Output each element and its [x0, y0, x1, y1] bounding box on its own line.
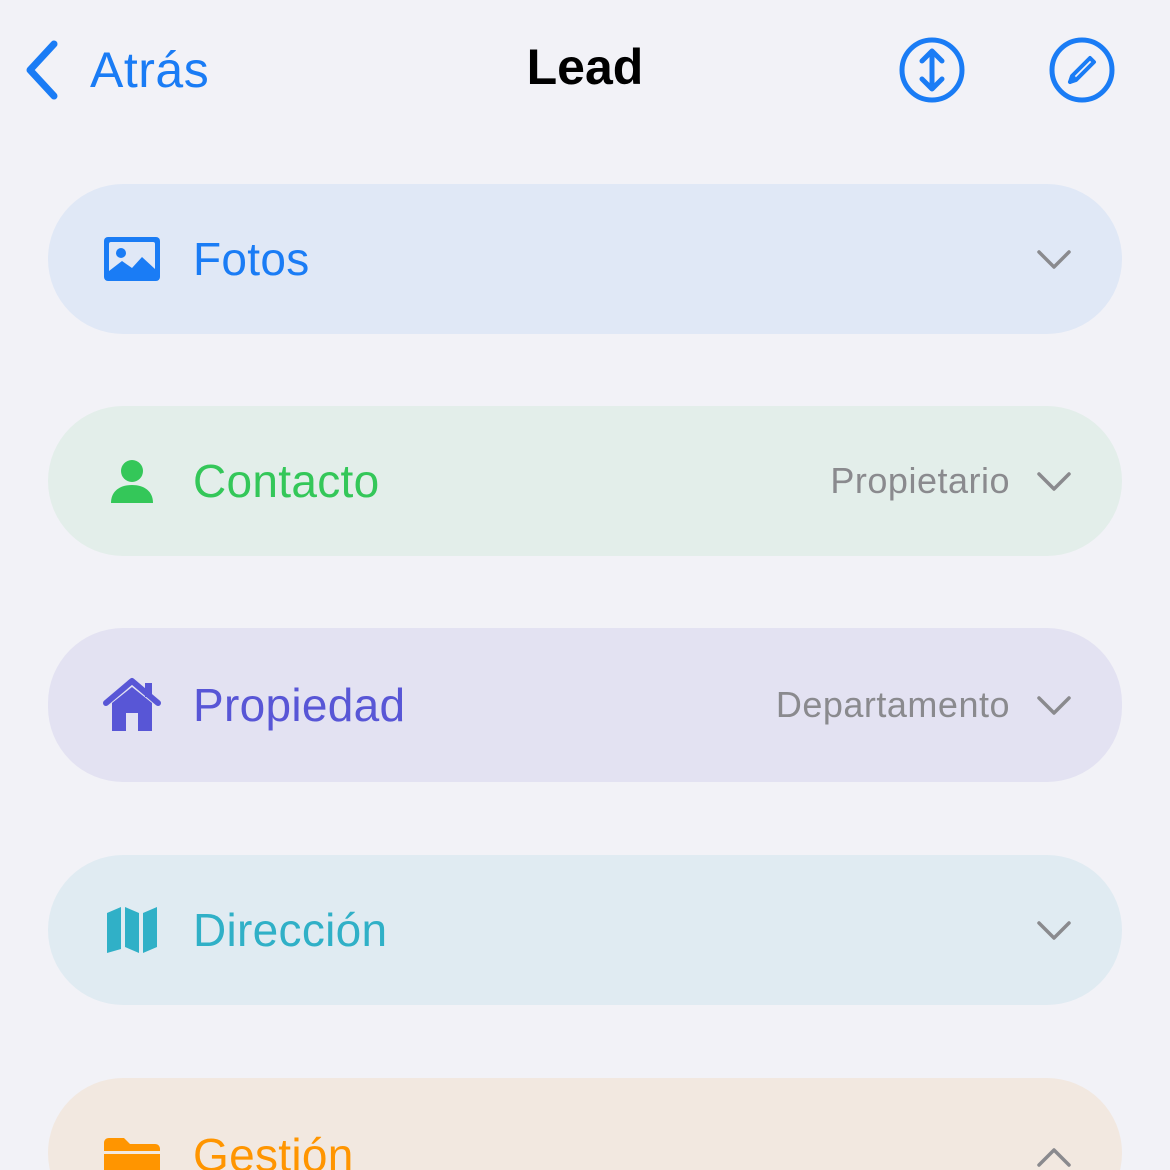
section-gestion[interactable]: Gestión — [48, 1078, 1122, 1170]
section-title: Fotos — [193, 233, 310, 285]
pencil-icon — [1048, 36, 1116, 104]
chevron-down-icon — [1036, 912, 1072, 948]
section-direccion[interactable]: Dirección — [48, 855, 1122, 1005]
chevron-left-icon — [22, 40, 62, 100]
back-button[interactable]: Atrás — [22, 34, 209, 106]
folder-icon — [100, 1128, 164, 1170]
map-icon — [100, 898, 164, 962]
chevron-down-icon — [1036, 463, 1072, 499]
section-title: Dirección — [193, 904, 388, 956]
house-icon — [100, 673, 164, 737]
section-value: Departamento — [775, 684, 1010, 725]
person-icon — [100, 449, 164, 513]
chevron-down-icon — [1036, 687, 1072, 723]
navigation-bar: Atrás Lead — [0, 0, 1170, 140]
section-contacto[interactable]: Contacto Propietario — [48, 406, 1122, 556]
section-title: Propiedad — [193, 679, 406, 731]
section-value: Propietario — [830, 460, 1010, 501]
section-fotos[interactable]: Fotos — [48, 184, 1122, 334]
section-propiedad[interactable]: Propiedad Departamento — [48, 628, 1122, 782]
chevron-up-icon — [1036, 1140, 1072, 1170]
up-down-arrows-icon — [898, 36, 966, 104]
section-title: Gestión — [193, 1129, 354, 1170]
page-title: Lead — [526, 39, 644, 95]
edit-button[interactable] — [1048, 36, 1116, 104]
reorder-button[interactable] — [898, 36, 966, 104]
photo-icon — [100, 227, 164, 291]
back-label: Atrás — [90, 42, 210, 98]
screen: Atrás Lead Fotos Contacto Propietario Pr… — [0, 0, 1170, 1170]
section-title: Contacto — [193, 455, 380, 507]
chevron-down-icon — [1036, 241, 1072, 277]
